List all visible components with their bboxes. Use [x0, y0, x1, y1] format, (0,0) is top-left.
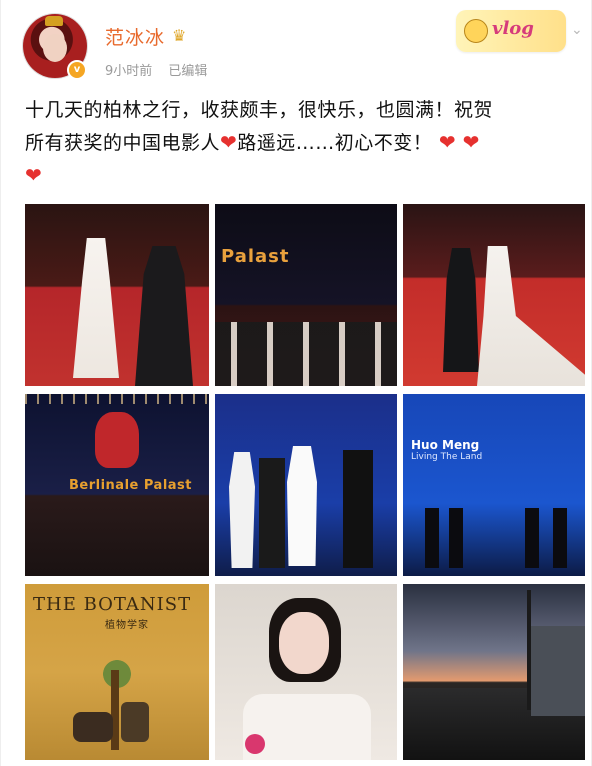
tower [527, 590, 531, 710]
person [425, 508, 439, 568]
verified-badge-icon: v [67, 60, 87, 80]
post-line-2b: 路遥远……初心不变！ [237, 132, 433, 154]
stage-lights [25, 394, 209, 404]
white-train-gown [477, 246, 585, 386]
person [449, 508, 463, 568]
man-in-suit [443, 248, 479, 372]
photo-red-carpet-2[interactable] [403, 204, 585, 386]
smiley-icon [464, 19, 488, 43]
photo-the-botanist-poster[interactable]: THE BOTANIST 植物学家 [25, 584, 209, 760]
post-line-1: 十几天的柏林之行，收获颇丰，很快乐，也圆满！祝贺 [25, 99, 494, 121]
berlinale-palast-sign: Berlinale Palast [69, 478, 193, 493]
tree-trunk [111, 670, 119, 750]
photo-huo-meng-stage[interactable]: Huo Meng Living The Land [403, 394, 585, 576]
heart-icon: ❤ [25, 163, 43, 187]
username[interactable]: 范冰冰 [105, 23, 165, 50]
person [553, 508, 567, 568]
heart-icon: ❤ [220, 130, 238, 154]
poster-title: THE BOTANIST [33, 594, 192, 615]
weibo-post-card: v 范冰冰 ♛ 9小时前 已编辑 vlog ⌄ 十几天的柏林之行，收获颇丰，很快… [0, 0, 592, 766]
building [531, 626, 585, 716]
photo-grid: Palast Berlinale Palast Huo Meng Living … [25, 204, 585, 760]
face [279, 612, 329, 674]
photo-berlinale-palast[interactable]: Berlinale Palast [25, 394, 209, 576]
post-text: 十几天的柏林之行，收获颇丰，很快乐，也圆满！祝贺 所有获奖的中国电影人❤路遥远…… [25, 94, 573, 192]
person [259, 458, 285, 568]
vlog-text: vlog [492, 18, 534, 39]
white-gown [73, 238, 119, 378]
screen-subtitle: Living The Land [411, 452, 483, 462]
photo-sunset-city[interactable] [403, 584, 585, 760]
post-line-3: ❤ [25, 159, 573, 192]
berlinale-bear-logo [95, 412, 139, 468]
photo-palast-group[interactable]: Palast [215, 204, 397, 386]
heart-icon: ❤ [438, 130, 457, 154]
poster-subtitle: 植物学家 [105, 620, 149, 631]
avatar-face [43, 34, 67, 62]
rider [121, 702, 149, 742]
vlog-badge[interactable]: vlog [456, 10, 566, 52]
man-in-suit [135, 246, 193, 386]
post-time: 9小时前 [105, 64, 153, 79]
edited-label[interactable]: 已编辑 [168, 64, 207, 79]
horse [73, 712, 113, 742]
chevron-down-icon[interactable]: ⌄ [571, 22, 583, 38]
post-line-2: 所有获奖的中国电影人❤路遥远……初心不变！ ❤ ❤ [25, 126, 573, 159]
photo-award-stage[interactable] [215, 394, 397, 576]
flower [245, 734, 265, 754]
crowd [215, 322, 397, 386]
person [287, 446, 317, 566]
headpiece-ornament [45, 16, 63, 26]
photo-red-carpet-1[interactable] [25, 204, 209, 386]
photo-portrait[interactable] [215, 584, 397, 760]
crown-icon: ♛ [172, 26, 187, 45]
screen-title: Huo Meng [411, 438, 480, 452]
person [343, 450, 373, 568]
palast-sign: Palast [221, 246, 290, 267]
post-line-2a: 所有获奖的中国电影人 [25, 132, 221, 154]
person [525, 508, 539, 568]
heart-icon: ❤ [462, 130, 480, 154]
person [229, 452, 255, 568]
post-meta: 9小时前 已编辑 [105, 60, 207, 79]
